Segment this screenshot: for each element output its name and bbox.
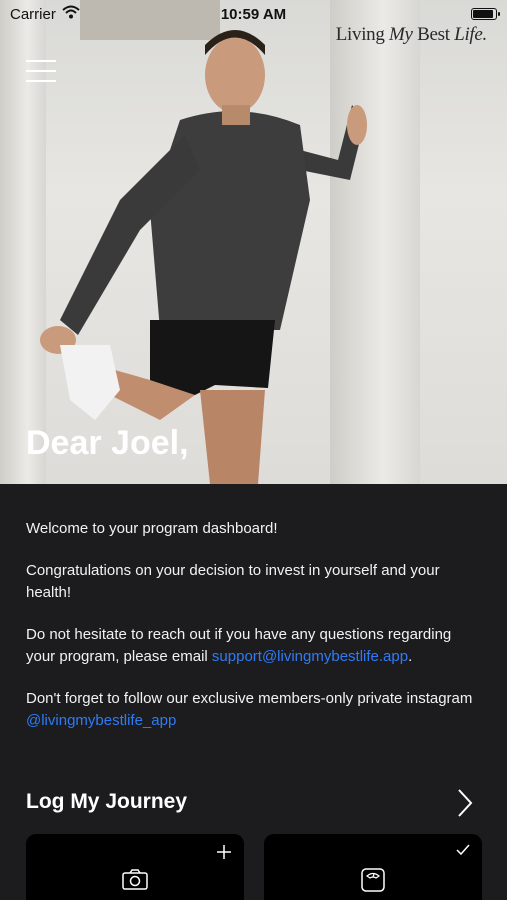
support-email-link[interactable]: support@livingmybestlife.app [212,648,408,665]
brand-logo: Living My Best Life. [335,24,488,45]
log-photo-card[interactable] [26,834,244,900]
status-time: 10:59 AM [220,6,287,23]
instagram-link[interactable]: @livingmybestlife_app [26,712,176,729]
log-journey-header[interactable]: Log My Journey [26,788,481,820]
plus-icon[interactable] [216,844,232,860]
greeting-title: Dear Joel, [26,424,189,462]
battery-icon [471,8,500,20]
hero-image: Carrier 10:59 AM Living My Best Life. De… [0,0,507,484]
hamburger-menu-icon[interactable] [26,60,56,82]
chevron-right-icon[interactable] [455,788,475,818]
support-text: Do not hesitate to reach out if you have… [26,626,452,665]
section-title: Log My Journey [26,790,188,813]
athlete-figure [40,30,367,484]
congrats-text: Congratulations on your decision to inve… [26,562,440,601]
welcome-text: Welcome to your program dashboard! [26,520,278,537]
dashboard-content: Welcome to your program dashboard! Congr… [0,484,507,900]
check-icon [456,844,470,856]
scale-icon [361,868,385,892]
instagram-text: Don't forget to follow our exclusive mem… [26,690,473,729]
log-weight-card[interactable] [264,834,482,900]
camera-icon [122,869,148,890]
